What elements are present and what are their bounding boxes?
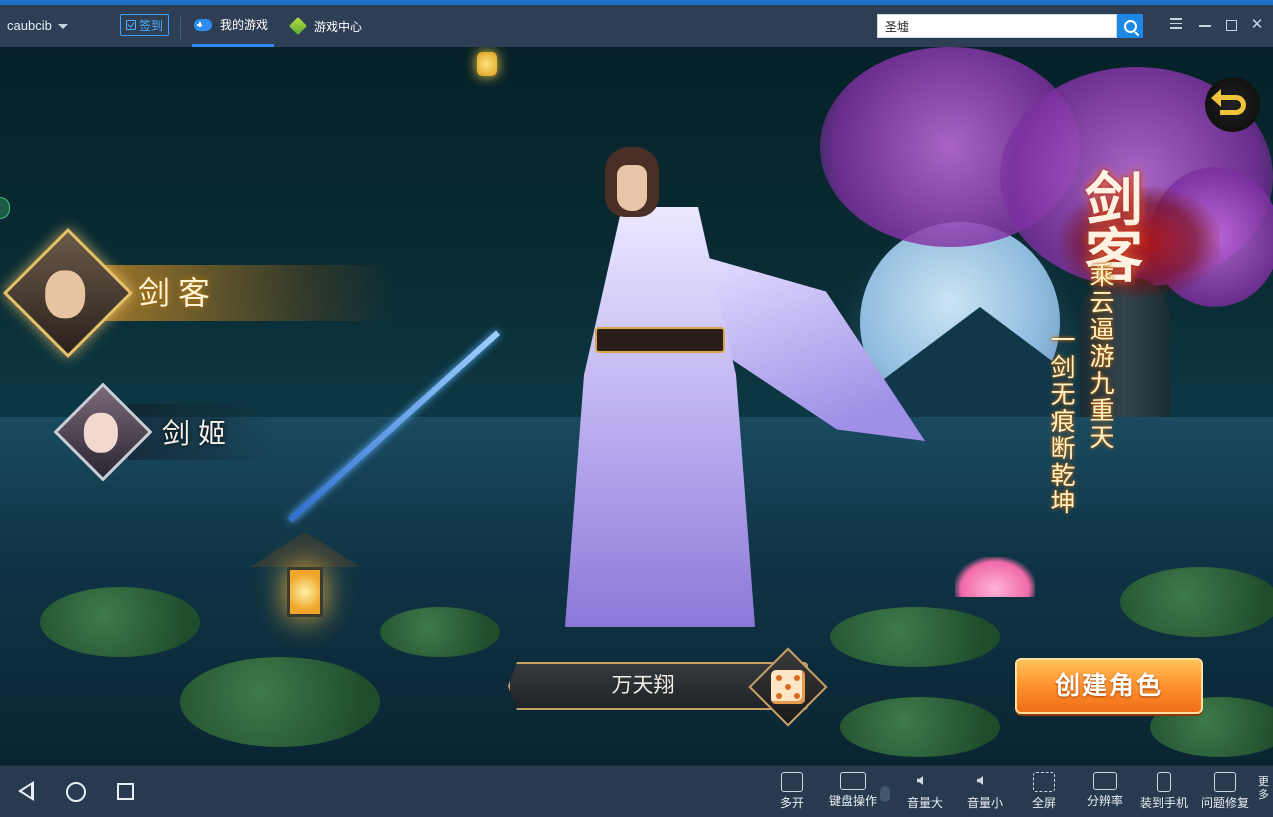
close-icon[interactable]: ✕	[1248, 15, 1266, 35]
class-option-jianji[interactable]: 剑姬	[53, 382, 275, 482]
install-to-phone-button[interactable]: 装到手机	[1137, 772, 1191, 811]
nav-back-icon[interactable]	[16, 780, 38, 802]
tab-my-games[interactable]: 我的游戏	[192, 5, 274, 47]
more-button[interactable]: 更多	[1258, 776, 1273, 802]
tab-game-center[interactable]: 游戏中心	[288, 5, 363, 47]
gamepad-icon	[194, 18, 212, 31]
multi-window-icon	[781, 772, 803, 792]
tab-label: 游戏中心	[314, 19, 363, 34]
resolution-button[interactable]: 分辨率	[1078, 772, 1132, 809]
chevron-down-icon[interactable]	[57, 24, 68, 29]
resolution-icon	[1093, 772, 1117, 790]
tool-label: 音量小	[966, 796, 1003, 810]
side-handle[interactable]	[0, 197, 10, 219]
title-bar: caubcib 签到 我的游戏 游戏中心 ✕	[0, 0, 1273, 47]
username[interactable]: caubcib	[7, 18, 52, 33]
divider	[180, 17, 181, 39]
tool-label: 分辨率	[1086, 794, 1123, 808]
game-screen[interactable]: 剑客 剑姬 剑客 乘云逼游九重天 一剑无痕断乾坤 万天翔 创建角色	[0, 47, 1273, 765]
lily-pad	[1120, 567, 1273, 637]
tool-label: 键盘操作	[828, 794, 877, 808]
lily-pad	[180, 657, 380, 747]
fullscreen-icon	[1033, 772, 1055, 792]
sky-lantern	[477, 52, 497, 76]
checkbox-icon	[126, 20, 136, 30]
tool-label: 音量大	[906, 796, 943, 810]
repair-button[interactable]: 问题修复	[1198, 772, 1252, 811]
search-input[interactable]	[877, 14, 1117, 38]
class-portrait	[2, 227, 134, 359]
multi-instance-button[interactable]: 多开	[765, 772, 819, 811]
poem-line: 一剑无痕断乾坤	[1047, 327, 1076, 516]
class-label: 剑客	[104, 265, 394, 321]
cube-icon	[288, 16, 308, 36]
lily-pad	[840, 697, 1000, 757]
checkin-label: 签到	[139, 18, 164, 33]
poem-line: 乘云逼游九重天	[1086, 262, 1115, 451]
fullscreen-button[interactable]: 全屏	[1017, 772, 1071, 811]
nav-recent-icon[interactable]	[117, 783, 134, 800]
keyboard-toggle[interactable]	[880, 786, 890, 802]
class-portrait	[53, 382, 153, 482]
back-arrow-icon	[1210, 88, 1246, 115]
keyboard-control-button[interactable]: 键盘操作	[826, 772, 880, 809]
search-icon	[1123, 19, 1137, 33]
lotus-flower	[955, 557, 1035, 597]
tool-label: 全屏	[1031, 796, 1056, 810]
maximize-icon[interactable]	[1222, 15, 1240, 35]
back-button[interactable]	[1205, 77, 1260, 132]
dice-icon	[771, 670, 805, 704]
character-model[interactable]	[545, 147, 925, 667]
phone-icon	[1157, 772, 1171, 792]
nav-home-icon[interactable]	[66, 782, 86, 802]
emulator-toolbar: 多开 键盘操作 音量大 音量小 全屏 分辨率 装到手机 问题修复 更多	[0, 765, 1273, 817]
tool-label: 问题修复	[1200, 796, 1249, 810]
tool-label: 装到手机	[1139, 796, 1188, 810]
menu-icon[interactable]	[1167, 15, 1185, 35]
user-menu[interactable]: caubcib	[7, 18, 68, 33]
tool-label: 多开	[779, 796, 804, 810]
volume-up-icon	[914, 772, 936, 792]
checkin-button[interactable]: 签到	[120, 14, 170, 36]
tab-label: 我的游戏	[220, 18, 269, 32]
create-character-button[interactable]: 创建角色	[1015, 658, 1203, 714]
repair-icon	[1214, 772, 1236, 792]
class-option-jianke[interactable]: 剑客	[2, 227, 394, 359]
character-name[interactable]: 万天翔	[508, 662, 778, 710]
volume-down-icon	[974, 772, 996, 792]
keyboard-icon	[840, 772, 866, 790]
pagoda-lantern	[250, 517, 360, 637]
volume-down-button[interactable]: 音量小	[958, 772, 1012, 811]
search-button[interactable]	[1117, 14, 1143, 38]
volume-up-button[interactable]: 音量大	[898, 772, 952, 811]
lily-pad	[380, 607, 500, 657]
lily-pad	[40, 587, 200, 657]
minimize-icon[interactable]	[1196, 15, 1214, 35]
